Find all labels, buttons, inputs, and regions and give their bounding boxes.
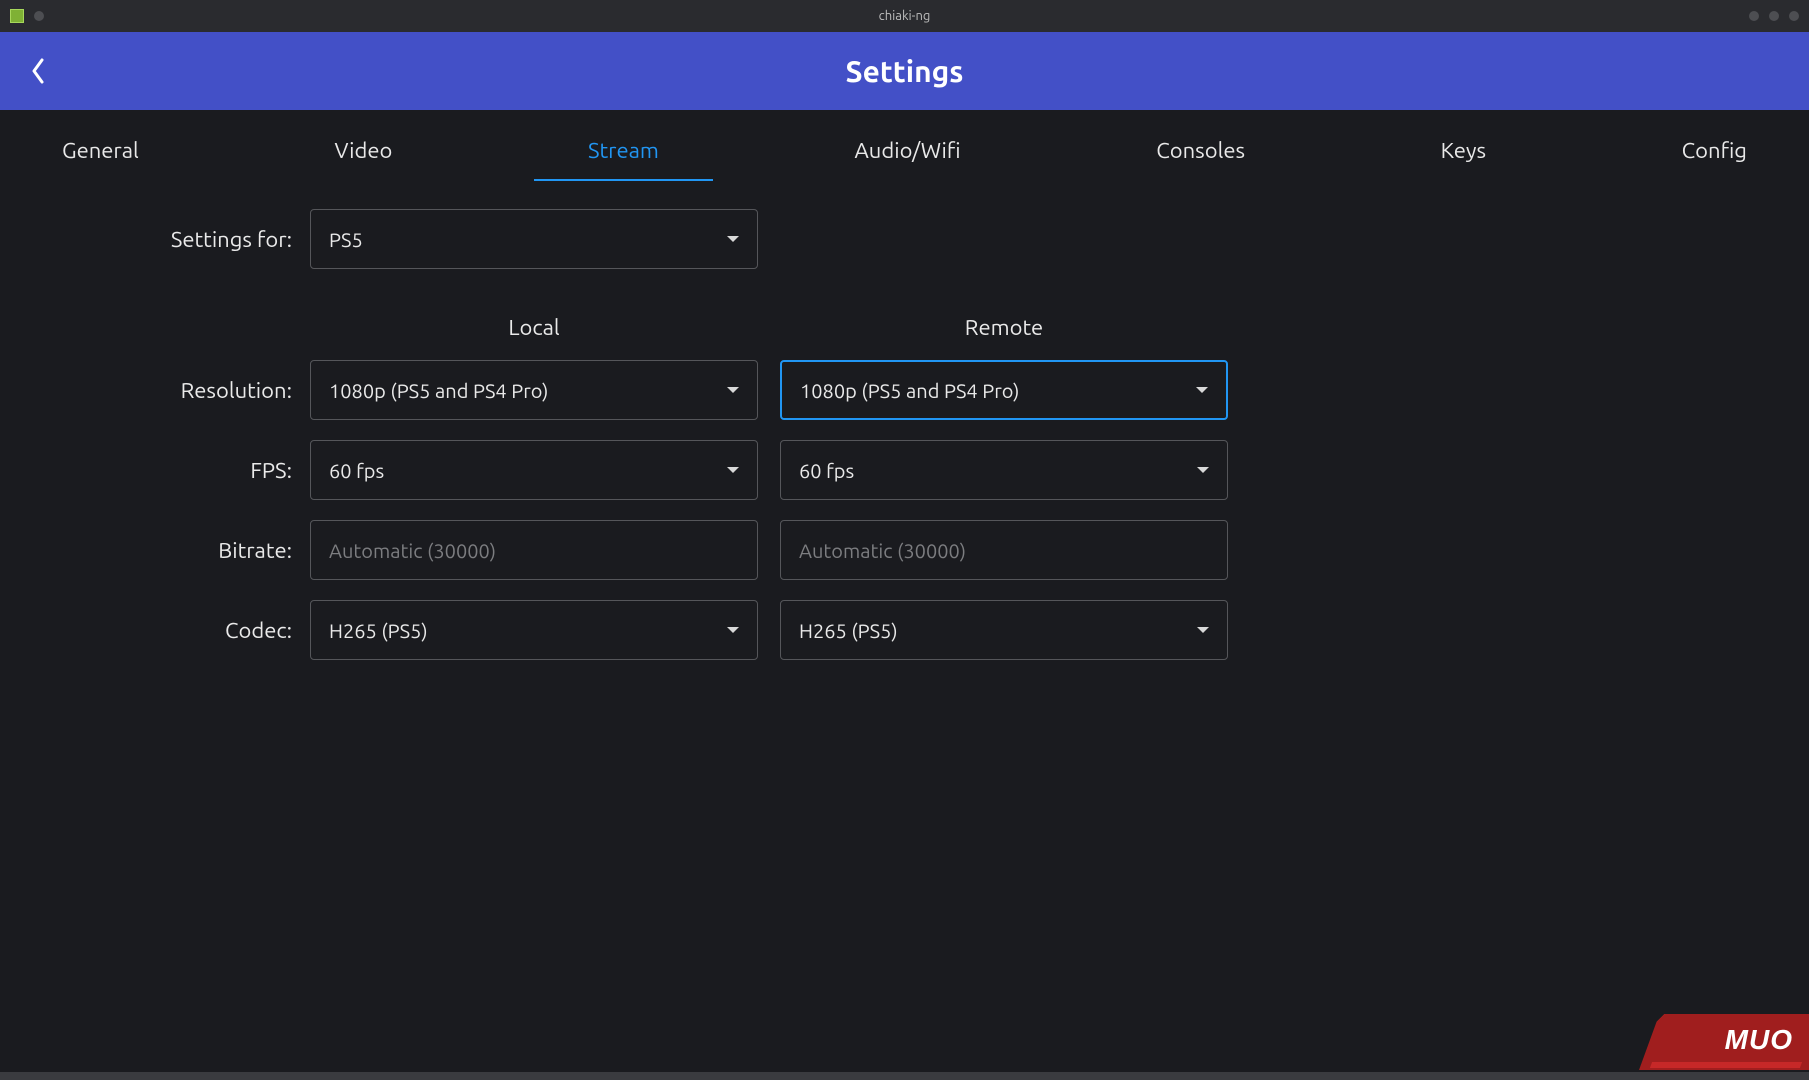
resolution-local-select[interactable]: 1080p (PS5 and PS4 Pro)	[310, 360, 758, 420]
page-header: Settings	[0, 32, 1809, 110]
bottom-edge	[0, 1072, 1809, 1080]
tab-consoles[interactable]: Consoles	[1152, 132, 1249, 179]
tab-stream[interactable]: Stream	[584, 132, 663, 179]
stream-settings-form: Settings for: PS5 Local Remote Resolutio…	[0, 189, 1809, 660]
watermark-text: MUO	[1725, 1024, 1793, 1056]
bitrate-label: Bitrate:	[0, 538, 310, 563]
tab-audio-wifi[interactable]: Audio/Wifi	[851, 132, 965, 179]
chevron-down-icon	[727, 627, 739, 633]
chevron-down-icon	[1197, 627, 1209, 633]
window-minimize-button[interactable]	[1749, 11, 1759, 21]
window-close-button[interactable]	[1789, 11, 1799, 21]
chevron-down-icon	[1196, 387, 1208, 393]
fps-remote-value: 60 fps	[799, 459, 854, 482]
bitrate-local-placeholder: Automatic (30000)	[329, 539, 496, 562]
codec-local-select[interactable]: H265 (PS5)	[310, 600, 758, 660]
codec-remote-select[interactable]: H265 (PS5)	[780, 600, 1228, 660]
muo-watermark: MUO	[1639, 1014, 1809, 1070]
tab-general[interactable]: General	[58, 132, 143, 179]
window-titlebar: chiaki-ng	[0, 0, 1809, 32]
codec-remote-value: H265 (PS5)	[799, 619, 898, 642]
resolution-label: Resolution:	[0, 378, 310, 403]
tabs: General Video Stream Audio/Wifi Consoles…	[0, 110, 1809, 189]
window-title: chiaki-ng	[879, 9, 931, 23]
tab-keys[interactable]: Keys	[1437, 132, 1490, 179]
resolution-remote-value: 1080p (PS5 and PS4 Pro)	[800, 379, 1019, 402]
page-title: Settings	[846, 54, 964, 88]
fps-label: FPS:	[0, 458, 310, 483]
settings-for-value: PS5	[329, 228, 363, 251]
fps-remote-select[interactable]: 60 fps	[780, 440, 1228, 500]
bitrate-remote-input[interactable]: Automatic (30000)	[780, 520, 1228, 580]
window-maximize-button[interactable]	[1769, 11, 1779, 21]
column-header-remote: Remote	[780, 315, 1228, 340]
bitrate-local-input[interactable]: Automatic (30000)	[310, 520, 758, 580]
chevron-down-icon	[727, 467, 739, 473]
resolution-local-value: 1080p (PS5 and PS4 Pro)	[329, 379, 548, 402]
chevron-down-icon	[727, 236, 739, 242]
codec-local-value: H265 (PS5)	[329, 619, 428, 642]
chevron-left-icon	[31, 58, 45, 84]
codec-label: Codec:	[0, 618, 310, 643]
settings-for-select[interactable]: PS5	[310, 209, 758, 269]
fps-local-value: 60 fps	[329, 459, 384, 482]
app-icon	[10, 9, 24, 23]
fps-local-select[interactable]: 60 fps	[310, 440, 758, 500]
column-header-local: Local	[310, 315, 758, 340]
chevron-down-icon	[727, 387, 739, 393]
settings-for-label: Settings for:	[0, 227, 310, 252]
bitrate-remote-placeholder: Automatic (30000)	[799, 539, 966, 562]
tab-video[interactable]: Video	[330, 132, 396, 179]
tab-config[interactable]: Config	[1678, 132, 1751, 179]
resolution-remote-select[interactable]: 1080p (PS5 and PS4 Pro)	[780, 360, 1228, 420]
back-button[interactable]	[0, 32, 76, 110]
titlebar-dot-left	[34, 11, 44, 21]
chevron-down-icon	[1197, 467, 1209, 473]
